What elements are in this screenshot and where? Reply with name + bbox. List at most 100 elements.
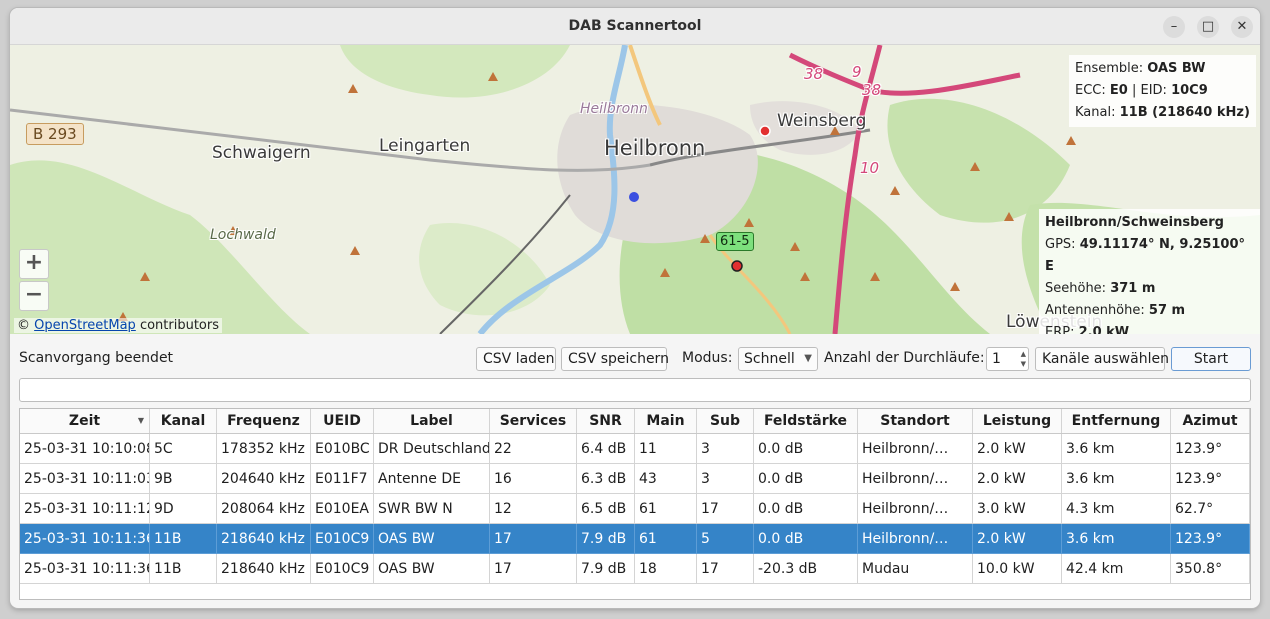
title-bar[interactable]: DAB Scannertool – □ ✕	[10, 8, 1260, 45]
road-number: 10	[860, 159, 880, 177]
cell-services: 22	[490, 434, 577, 464]
erp-label: ERP:	[1045, 325, 1075, 334]
place-label: Heilbronn	[604, 136, 706, 160]
cell-ueid: E010C9	[311, 554, 374, 584]
cell-services: 17	[490, 554, 577, 584]
column-header-label[interactable]: Label	[374, 409, 490, 433]
cell-frequenz: 218640 kHz	[217, 524, 311, 554]
zoom-in-button[interactable]: +	[19, 249, 49, 279]
column-header-frequenz[interactable]: Frequenz	[217, 409, 311, 433]
road-number: 9	[852, 63, 862, 81]
cell-ueid: E010EA	[311, 494, 374, 524]
results-table[interactable]: Zeit ▼ Kanal Frequenz UEID Label Services…	[19, 408, 1251, 600]
cell-leistung: 2.0 kW	[973, 434, 1062, 464]
mode-select[interactable]: Schnell ▼	[738, 347, 818, 371]
cell-entfernung: 4.3 km	[1062, 494, 1171, 524]
cell-feldstaerke: 0.0 dB	[754, 434, 858, 464]
stepper-arrows-icon[interactable]: ▲ ▼	[1021, 349, 1026, 369]
cell-main: 18	[635, 554, 697, 584]
cell-entfernung: 3.6 km	[1062, 464, 1171, 494]
cell-main: 11	[635, 434, 697, 464]
place-label: Schwaigern	[212, 143, 311, 163]
ensemble-label: Ensemble:	[1075, 61, 1144, 76]
marker-label: 61-5	[716, 232, 754, 251]
station-name: Heilbronn/Schweinsberg	[1045, 215, 1224, 230]
kanal-label: Kanal:	[1075, 105, 1116, 120]
cell-snr: 6.4 dB	[577, 434, 635, 464]
table-row[interactable]: 25-03-31 10:11:03 9B 204640 kHz E011F7 Anten…	[20, 464, 1250, 494]
cell-leistung: 2.0 kW	[973, 524, 1062, 554]
column-header-feldstaerke[interactable]: Feldstärke	[754, 409, 858, 433]
close-icon[interactable]: ✕	[1231, 16, 1253, 38]
road-shield-b293: B 293	[26, 123, 84, 145]
table-row[interactable]: 25-03-31 10:11:12 9D 208064 kHz E010EA SWR B…	[20, 494, 1250, 524]
column-header-ueid[interactable]: UEID	[311, 409, 374, 433]
csv-save-button[interactable]: CSV speichern	[561, 347, 669, 371]
table-row[interactable]: 25-03-31 10:11:36 11B 218640 kHz E010C9 OAS …	[20, 524, 1250, 554]
ecc-label: ECC:	[1075, 83, 1106, 98]
column-header-entfernung[interactable]: Entfernung	[1062, 409, 1171, 433]
chevron-down-icon: ▼	[804, 353, 812, 364]
runs-label: Anzahl der Durchläufe:	[824, 350, 985, 366]
minimize-icon[interactable]: –	[1163, 16, 1185, 38]
cell-frequenz: 178352 kHz	[217, 434, 311, 464]
cell-feldstaerke: -20.3 dB	[754, 554, 858, 584]
cell-azimut: 350.8°	[1171, 554, 1250, 584]
cell-snr: 6.3 dB	[577, 464, 635, 494]
cell-kanal: 5C	[150, 434, 217, 464]
cell-frequenz: 204640 kHz	[217, 464, 311, 494]
cell-sub: 5	[697, 524, 754, 554]
position-marker	[629, 192, 639, 202]
kanal-value: 11B (218640 kHz)	[1119, 105, 1250, 120]
cell-standort: Mudau	[858, 554, 973, 584]
cell-entfernung: 3.6 km	[1062, 524, 1171, 554]
cell-label: OAS BW	[374, 554, 490, 584]
column-header-kanal[interactable]: Kanal	[150, 409, 217, 433]
sort-descending-icon: ▼	[137, 416, 144, 425]
column-header-zeit[interactable]: Zeit ▼	[20, 409, 150, 433]
zoom-out-button[interactable]: −	[19, 281, 49, 311]
column-header-leistung[interactable]: Leistung	[973, 409, 1062, 433]
place-label: Leingarten	[379, 136, 471, 156]
column-header-snr[interactable]: SNR	[577, 409, 635, 433]
cell-services: 16	[490, 464, 577, 494]
runs-stepper[interactable]: 1 ▲ ▼	[986, 347, 1029, 371]
table-header: Zeit ▼ Kanal Frequenz UEID Label Services…	[20, 409, 1250, 434]
antenna-height-label: Antennenhöhe:	[1045, 303, 1145, 318]
cell-frequenz: 218640 kHz	[217, 554, 311, 584]
altitude-label: Seehöhe:	[1045, 281, 1107, 296]
csv-load-button[interactable]: CSV laden	[476, 347, 556, 371]
openstreetmap-link[interactable]: OpenStreetMap	[34, 318, 136, 333]
table-row[interactable]: 25-03-31 10:10:08 5C 178352 kHz E010BC DR De…	[20, 434, 1250, 464]
start-button[interactable]: Start	[1171, 347, 1251, 371]
attribution-suffix: contributors	[139, 318, 220, 333]
cell-azimut: 123.9°	[1171, 434, 1250, 464]
cell-kanal: 9D	[150, 494, 217, 524]
cell-services: 17	[490, 524, 577, 554]
table-row[interactable]: 25-03-31 10:11:36 11B 218640 kHz E010C9 OAS …	[20, 554, 1250, 584]
column-header-standort[interactable]: Standort	[858, 409, 973, 433]
altitude-value: 371 m	[1110, 281, 1156, 296]
column-header-azimut[interactable]: Azimut	[1171, 409, 1250, 433]
cell-snr: 7.9 dB	[577, 524, 635, 554]
station-info-box: Heilbronn/Schweinsberg GPS: 49.11174° N,…	[1039, 209, 1260, 334]
road-number: 38	[862, 81, 882, 99]
cell-snr: 6.5 dB	[577, 494, 635, 524]
selected-transmitter-marker	[731, 260, 743, 272]
map-view[interactable]: B 293 38 9 38 10 Heilbronn Heilbronn Wei…	[10, 45, 1260, 334]
cell-azimut: 123.9°	[1171, 524, 1250, 554]
column-header-sub[interactable]: Sub	[697, 409, 754, 433]
maximize-icon[interactable]: □	[1197, 16, 1219, 38]
column-header-services[interactable]: Services	[490, 409, 577, 433]
cell-label: OAS BW	[374, 524, 490, 554]
separator: |	[1131, 83, 1137, 98]
cell-snr: 7.9 dB	[577, 554, 635, 584]
cell-sub: 3	[697, 434, 754, 464]
cell-azimut: 123.9°	[1171, 464, 1250, 494]
select-channels-button[interactable]: Kanäle auswählen	[1035, 347, 1169, 371]
cell-entfernung: 42.4 km	[1062, 554, 1171, 584]
cell-zeit: 25-03-31 10:11:12	[20, 494, 150, 524]
column-header-main[interactable]: Main	[635, 409, 697, 433]
cell-entfernung: 3.6 km	[1062, 434, 1171, 464]
cell-main: 61	[635, 524, 697, 554]
